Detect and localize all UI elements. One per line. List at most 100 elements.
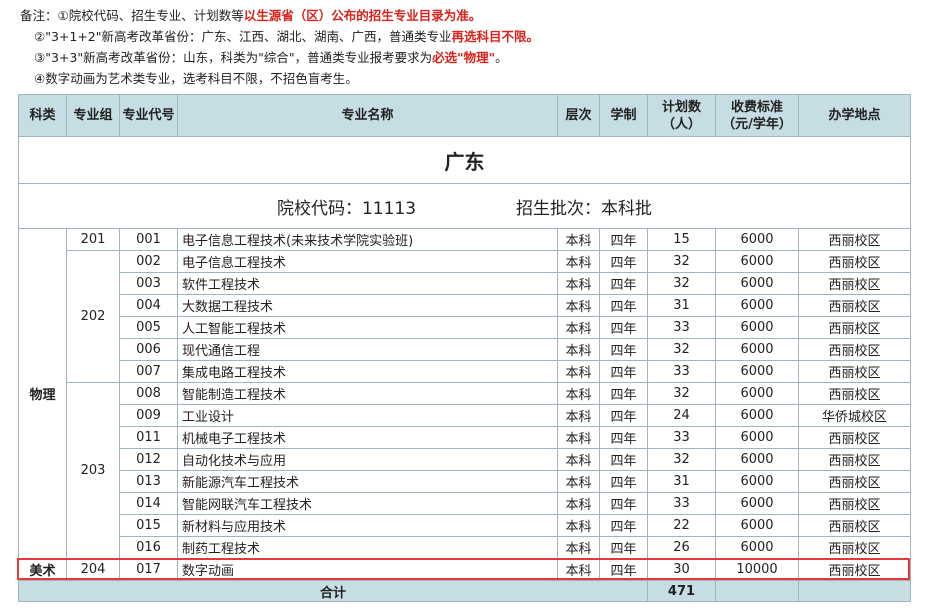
- header-level: 层次: [557, 94, 600, 137]
- table-row: 006 现代通信工程 本科 四年 32 6000 西丽校区: [19, 338, 911, 361]
- cell-fee: 6000: [715, 448, 799, 471]
- group-cell: 203: [66, 382, 120, 559]
- province-title: 广东: [18, 136, 911, 184]
- cell-code: 002: [119, 250, 178, 273]
- cell-fee: 6000: [715, 536, 799, 559]
- cell-fee: 6000: [715, 250, 799, 273]
- cell-duration: 四年: [599, 316, 648, 339]
- header-fee: 收费标准（元/学年）: [715, 94, 799, 137]
- cell-level: 本科: [557, 228, 600, 251]
- table-row: 009 工业设计 本科 四年 24 6000 华侨城校区: [19, 404, 911, 427]
- cell-level: 本科: [557, 448, 600, 471]
- cell-plan: 33: [647, 492, 716, 515]
- subject-cell: 物理: [18, 228, 67, 559]
- cell-duration: 四年: [599, 470, 648, 493]
- cell-duration: 四年: [599, 228, 648, 251]
- cell-campus: 华侨城校区: [798, 404, 911, 427]
- cell-level: 本科: [557, 404, 600, 427]
- cell-duration: 四年: [599, 404, 648, 427]
- cell-plan: 31: [647, 470, 716, 493]
- cell-campus: 西丽校区: [798, 558, 911, 581]
- cell-level: 本科: [557, 316, 600, 339]
- cell-fee: 6000: [715, 228, 799, 251]
- cell-duration: 四年: [599, 558, 648, 581]
- cell-fee: 6000: [715, 514, 799, 537]
- cell-campus: 西丽校区: [798, 338, 911, 361]
- cell-campus: 西丽校区: [798, 382, 911, 405]
- cell-name: 工业设计: [177, 404, 558, 427]
- total-label: 合计: [18, 580, 648, 602]
- cell-fee: 6000: [715, 426, 799, 449]
- subject-cell: 美术: [18, 558, 67, 581]
- cell-name: 自动化技术与应用: [177, 448, 558, 471]
- cell-level: 本科: [557, 294, 600, 317]
- cell-duration: 四年: [599, 492, 648, 515]
- cell-campus: 西丽校区: [798, 492, 911, 515]
- cell-name: 智能制造工程技术: [177, 382, 558, 405]
- cell-plan: 31: [647, 294, 716, 317]
- header-name: 专业名称: [177, 94, 558, 137]
- cell-campus: 西丽校区: [798, 228, 911, 251]
- cell-name: 新材料与应用技术: [177, 514, 558, 537]
- table-row: 202 002 电子信息工程技术 本科 四年 32 6000 西丽校区: [19, 250, 911, 383]
- cell-duration: 四年: [599, 514, 648, 537]
- note-4: ④数字动画为艺术类专业，选考科目不限，不招色盲考生。: [34, 71, 358, 86]
- table-row: 007 集成电路工程技术 本科 四年 33 6000 西丽校区: [19, 360, 911, 383]
- cell-level: 本科: [557, 338, 600, 361]
- cell-level: 本科: [557, 536, 600, 559]
- cell-fee: 6000: [715, 294, 799, 317]
- header-subject: 科类: [18, 94, 67, 137]
- cell-campus: 西丽校区: [798, 426, 911, 449]
- cell-code: 001: [119, 228, 178, 251]
- cell-code: 006: [119, 338, 178, 361]
- header-group: 专业组: [66, 94, 120, 137]
- cell-campus: 西丽校区: [798, 272, 911, 295]
- cell-plan: 33: [647, 360, 716, 383]
- cell-level: 本科: [557, 492, 600, 515]
- cell-code: 013: [119, 470, 178, 493]
- meta-row: 院校代码：11113 招生批次：本科批: [18, 183, 911, 229]
- table-row: 012 自动化技术与应用 本科 四年 32 6000 西丽校区: [19, 448, 911, 471]
- cell-level: 本科: [557, 514, 600, 537]
- header-row: 科类 专业组 专业代号 专业名称 层次 学制 计划数（人） 收费标准（元/学年）…: [18, 94, 911, 137]
- cell-code: 003: [119, 272, 178, 295]
- table-row: 物理 201 001 电子信息工程技术(未来技术学院实验班) 本科 四年 15 6000 西丽校…: [18, 228, 911, 559]
- table-row: 013 新能源汽车工程技术 本科 四年 31 6000 西丽校区: [19, 470, 911, 493]
- cell-fee: 6000: [715, 382, 799, 405]
- cell-duration: 四年: [599, 294, 648, 317]
- cell-plan: 32: [647, 448, 716, 471]
- cell-duration: 四年: [599, 536, 648, 559]
- cell-plan: 22: [647, 514, 716, 537]
- cell-name: 人工智能工程技术: [177, 316, 558, 339]
- cell-code: 016: [119, 536, 178, 559]
- table-row: 011 机械电子工程技术 本科 四年 33 6000 西丽校区: [19, 426, 911, 449]
- cell-name: 智能网联汽车工程技术: [177, 492, 558, 515]
- group-cell: 201: [66, 228, 120, 251]
- cell-duration: 四年: [599, 448, 648, 471]
- note-2: ②"3+1+2"新高考改革省份：广东、江西、湖北、湖南、广西，普通类专业再选科目…: [34, 29, 540, 44]
- table-row: 203 008 智能制造工程技术 本科 四年 32 6000 西丽校区: [19, 382, 911, 559]
- header-plan: 计划数（人）: [647, 94, 716, 137]
- table-row: 美术 204 017 数字动画 本科 四年 30 10000 西丽校区: [18, 558, 911, 581]
- header-duration: 学制: [599, 94, 648, 137]
- cell-code: 007: [119, 360, 178, 383]
- cell-fee: 6000: [715, 492, 799, 515]
- cell-duration: 四年: [599, 426, 648, 449]
- cell-level: 本科: [557, 558, 600, 581]
- cell-level: 本科: [557, 272, 600, 295]
- cell-code: 011: [119, 426, 178, 449]
- cell-campus: 西丽校区: [798, 514, 911, 537]
- cell-name: 软件工程技术: [177, 272, 558, 295]
- table-row: 014 智能网联汽车工程技术 本科 四年 33 6000 西丽校区: [19, 492, 911, 515]
- cell-name: 制药工程技术: [177, 536, 558, 559]
- notes: 备注：①院校代码、招生专业、计划数等以生源省（区）公布的招生专业目录为准。 ②"…: [20, 5, 539, 89]
- cell-campus: 西丽校区: [798, 294, 911, 317]
- cell-plan: 30: [647, 558, 716, 581]
- cell-code: 008: [119, 382, 178, 405]
- cell-plan: 26: [647, 536, 716, 559]
- cell-level: 本科: [557, 250, 600, 273]
- cell-level: 本科: [557, 470, 600, 493]
- admission-table-wrap: 广东 院校代码：11113 招生批次：本科批 科类 专业组 专业代号 专业名称 层…: [18, 94, 911, 602]
- group-cell: 202: [66, 250, 120, 383]
- cell-plan: 33: [647, 426, 716, 449]
